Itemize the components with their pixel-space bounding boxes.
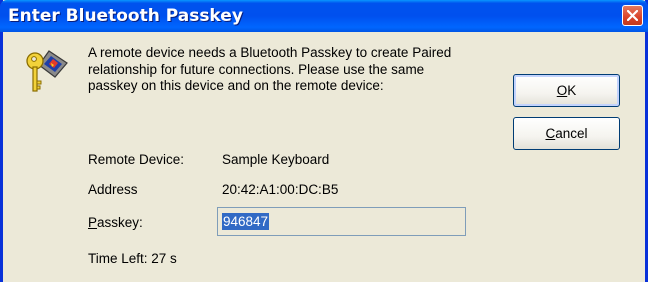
ok-button-label: OK	[556, 83, 577, 98]
title-bar[interactable]: Enter Bluetooth Passkey	[0, 0, 648, 32]
cancel-button-label: Cancel	[545, 126, 588, 141]
dialog-message: A remote device needs a Bluetooth Passke…	[88, 45, 508, 95]
remote-device-value: Sample Keyboard	[222, 152, 330, 167]
message-line: A remote device needs a Bluetooth Passke…	[88, 45, 452, 60]
ok-button[interactable]: OK	[513, 74, 620, 107]
address-value: 20:42:A1:00:DC:B5	[222, 182, 339, 197]
dialog-body: A remote device needs a Bluetooth Passke…	[3, 32, 645, 282]
window-title: Enter Bluetooth Passkey	[8, 6, 243, 26]
key-icon	[26, 50, 68, 92]
close-icon	[627, 10, 638, 21]
close-button[interactable]	[622, 5, 643, 26]
passkey-label: Passkey:	[88, 215, 143, 230]
address-label: Address	[88, 182, 138, 197]
bluetooth-passkey-dialog: Enter Bluetooth Passkey A remote device …	[0, 0, 648, 282]
passkey-input[interactable]: 946847	[217, 207, 466, 236]
time-left: Time Left: 27 s	[88, 251, 177, 266]
passkey-value: 946847	[222, 213, 270, 230]
cancel-button[interactable]: Cancel	[513, 117, 620, 150]
message-line: relationship for future connections. Ple…	[88, 61, 425, 77]
message-line: passkey on this device and on the remote…	[88, 78, 384, 93]
remote-device-label: Remote Device:	[88, 152, 185, 167]
